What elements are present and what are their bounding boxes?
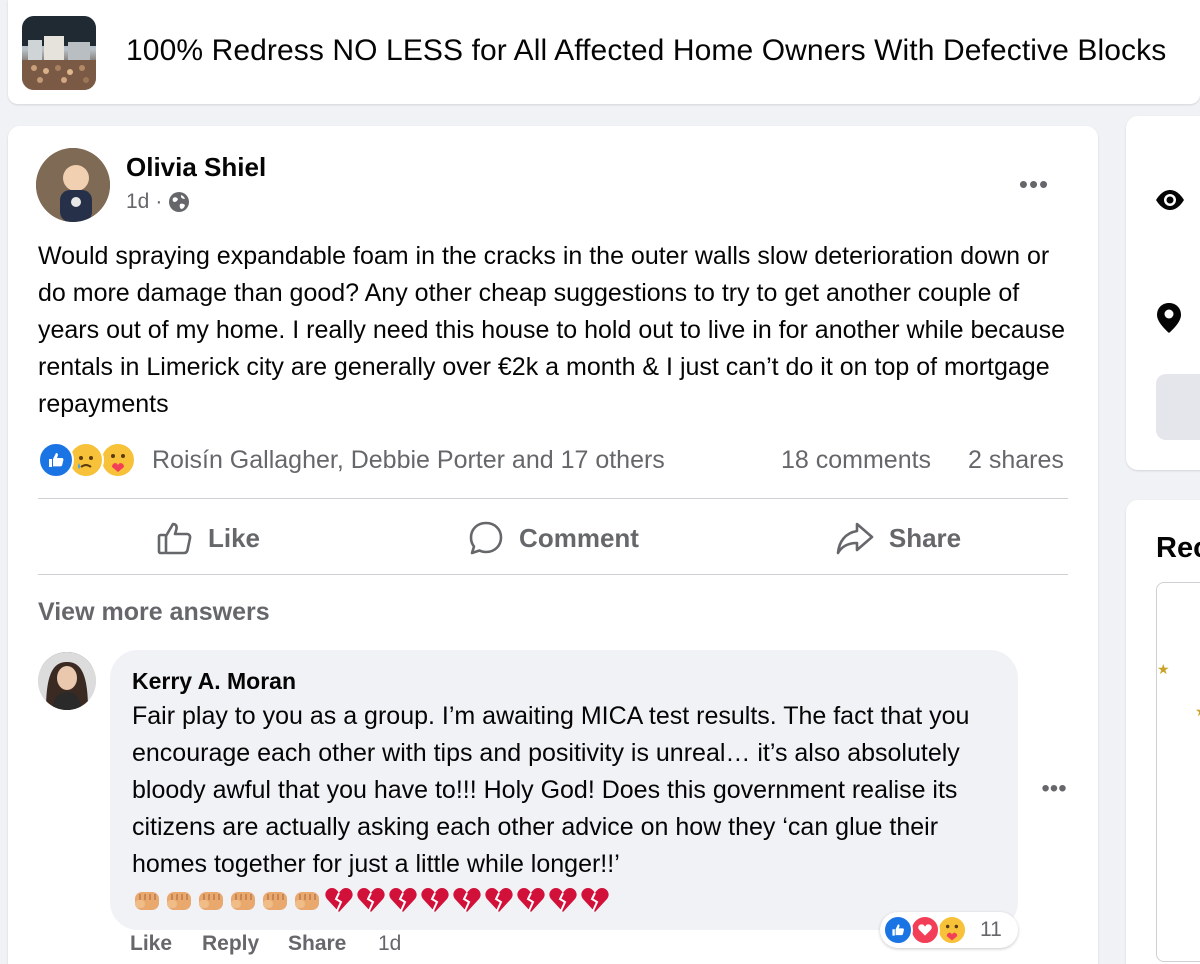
comment-timestamp[interactable]: 1d — [378, 932, 401, 956]
reactor-names[interactable]: Roisín Gallagher, Debbie Porter and 17 o… — [152, 446, 665, 475]
globe-icon — [168, 191, 190, 213]
post-options-button[interactable]: ••• — [1008, 166, 1060, 202]
oncoming-fist-icon — [135, 892, 159, 910]
post-card: Olivia Shiel 1d · ••• Would spraying exp… — [8, 126, 1098, 964]
eye-icon — [1154, 188, 1186, 217]
post-action-bar: Like Comment Share — [38, 502, 1068, 574]
share-count[interactable]: 2 shares — [968, 446, 1064, 475]
share-arrow-icon — [835, 519, 875, 557]
star-icon: ★ — [1195, 703, 1200, 720]
comment-reply-button[interactable]: Reply — [202, 932, 259, 956]
comment-button-label: Comment — [519, 522, 639, 553]
broken-heart-icon — [453, 888, 481, 912]
like-icon — [883, 915, 913, 945]
group-title[interactable]: 100% Redress NO LESS for All Affected Ho… — [126, 34, 1166, 68]
comment-button[interactable]: Comment — [383, 502, 723, 574]
comment-bubble-icon — [467, 519, 505, 557]
oncoming-fist-icon — [199, 892, 223, 910]
view-more-answers-link[interactable]: View more answers — [38, 598, 270, 627]
comment-bubble: Kerry A. Moran Fair play to you as a gro… — [110, 650, 1018, 930]
comment-like-button[interactable]: Like — [130, 932, 172, 956]
commenter-name[interactable]: Kerry A. Moran — [132, 668, 296, 695]
divider — [38, 498, 1068, 499]
comment-share-button[interactable]: Share — [288, 932, 346, 956]
oncoming-fist-icon — [231, 892, 255, 910]
broken-heart-icon — [421, 888, 449, 912]
group-info-card — [1126, 116, 1200, 470]
oncoming-fist-icon — [167, 892, 191, 910]
like-button[interactable]: Like — [38, 502, 378, 574]
post-text: Would spraying expandable foam in the cr… — [38, 242, 1065, 418]
broken-heart-icon — [325, 888, 353, 912]
broken-heart-icon — [549, 888, 577, 912]
like-icon — [38, 442, 74, 478]
like-button-label: Like — [207, 522, 261, 553]
care-icon — [100, 442, 136, 478]
post-timestamp[interactable]: 1d — [126, 190, 149, 214]
thumbs-up-icon — [156, 519, 194, 557]
oncoming-fist-icon — [263, 892, 287, 910]
post-meta: 1d · — [126, 190, 190, 214]
group-cover-thumbnail[interactable] — [22, 16, 96, 90]
recent-media-thumbnail[interactable]: ★ ★ — [1156, 582, 1200, 962]
sidebar-heading: Rec — [1156, 532, 1200, 564]
share-button-label: Share — [888, 522, 962, 553]
commenter-avatar[interactable] — [38, 652, 96, 710]
divider — [38, 574, 1068, 575]
love-icon — [910, 915, 940, 945]
author-name[interactable]: Olivia Shiel — [126, 152, 266, 183]
author-avatar[interactable] — [36, 148, 110, 222]
comment-emoji-row — [132, 884, 610, 916]
broken-heart-icon — [485, 888, 513, 912]
star-icon: ★ — [1157, 661, 1170, 677]
reaction-summary: Roisín Gallagher, Debbie Porter and 17 o… — [38, 440, 1068, 480]
group-header: 100% Redress NO LESS for All Affected Ho… — [8, 0, 1200, 104]
meta-separator: · — [155, 190, 163, 213]
share-button[interactable]: Share — [728, 502, 1068, 574]
location-pin-icon — [1156, 302, 1182, 339]
comment-reaction-count: 11 — [980, 918, 1002, 941]
broken-heart-icon — [517, 888, 545, 912]
comment-options-button[interactable]: ••• — [1030, 774, 1078, 804]
sidebar-action-button[interactable] — [1156, 374, 1200, 440]
broken-heart-icon — [389, 888, 417, 912]
broken-heart-icon — [581, 888, 609, 912]
comment-reactions[interactable]: 11 — [880, 912, 1018, 948]
recent-media-card: Rec ★ ★ — [1126, 500, 1200, 964]
care-icon — [937, 915, 967, 945]
oncoming-fist-icon — [295, 892, 319, 910]
reaction-icons[interactable] — [38, 442, 148, 478]
broken-heart-icon — [357, 888, 385, 912]
comment-count[interactable]: 18 comments — [781, 446, 931, 475]
comment-text: Fair play to you as a group. I’m awaitin… — [132, 702, 970, 878]
